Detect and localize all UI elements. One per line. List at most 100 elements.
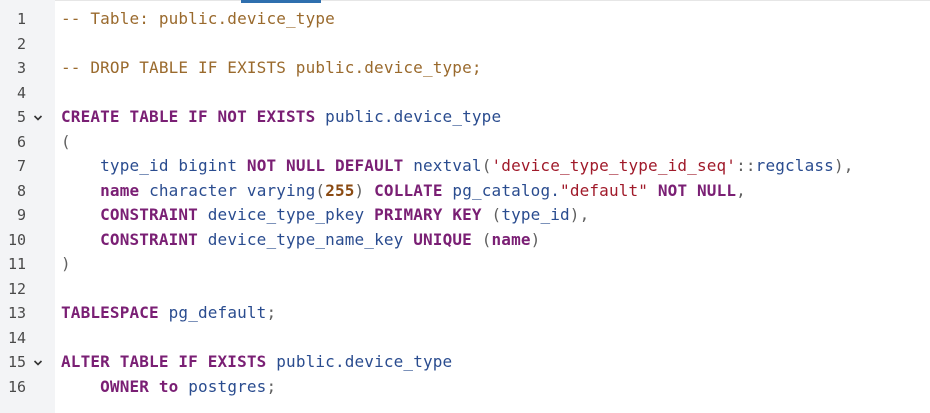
code-token: postgres bbox=[188, 376, 267, 396]
line-number: 10 bbox=[7, 230, 26, 249]
code-token: nextval bbox=[413, 156, 482, 175]
line-number: 14 bbox=[7, 328, 26, 347]
line-number: 11 bbox=[7, 255, 26, 273]
line-number: 1 bbox=[16, 10, 26, 28]
code-line[interactable]: 9 CONSTRAINT device_type_pkey PRIMARY KE… bbox=[0, 203, 930, 228]
code-line[interactable]: 11) bbox=[0, 252, 930, 277]
line-number: 2 bbox=[16, 34, 26, 53]
line-number: 3 bbox=[16, 59, 26, 77]
line-number: 13 bbox=[7, 304, 26, 322]
code-token: device_type_name_key bbox=[207, 229, 404, 249]
code-token: -- Table: public.device_type bbox=[61, 9, 335, 28]
code-token: ( bbox=[315, 180, 326, 200]
code-token: ) bbox=[354, 180, 365, 200]
code-token: public.device_type bbox=[276, 352, 453, 371]
line-number: 12 bbox=[7, 279, 26, 298]
code-token: CREATE TABLE IF NOT EXISTS bbox=[61, 107, 316, 126]
code-line[interactable]: 1 -- Table: public.device_type bbox=[0, 7, 930, 32]
code-line[interactable]: 13 TABLESPACE pg_default; bbox=[0, 301, 930, 326]
code-text: -- DROP TABLE IF EXISTS public.device_ty… bbox=[61, 56, 482, 81]
active-tab-indicator bbox=[241, 0, 321, 3]
code-text: name character varying(255) COLLATE pg_c… bbox=[61, 179, 746, 204]
code-token: ), bbox=[833, 156, 854, 175]
code-line[interactable]: 10 CONSTRAINT device_type_name_key UNIQU… bbox=[0, 228, 930, 253]
code-token: type_id bbox=[501, 205, 570, 224]
code-token: ) bbox=[530, 229, 541, 249]
code-text: type_id bigint NOT NULL DEFAULT nextval(… bbox=[61, 154, 854, 179]
code-token: "default" bbox=[560, 180, 649, 200]
code-text: ALTER TABLE IF EXISTS public.device_type bbox=[61, 350, 452, 375]
line-number: 4 bbox=[16, 83, 26, 102]
code-token: PRIMARY KEY bbox=[374, 205, 482, 224]
code-token: type_id bigint bbox=[100, 156, 238, 175]
code-token: ( bbox=[491, 205, 502, 224]
code-line[interactable]: 6( bbox=[0, 130, 930, 155]
code-text: CONSTRAINT device_type_pkey PRIMARY KEY … bbox=[61, 203, 589, 228]
code-token: -- DROP TABLE IF EXISTS public.device_ty… bbox=[61, 58, 482, 77]
code-line[interactable]: 4 bbox=[0, 81, 930, 106]
code-text: TABLESPACE pg_default; bbox=[61, 301, 276, 326]
code-line[interactable]: 8 name character varying(255) COLLATE pg… bbox=[0, 179, 930, 204]
code-line[interactable]: 12 bbox=[0, 277, 930, 302]
code-line[interactable]: 5 CREATE TABLE IF NOT EXISTS public.devic… bbox=[0, 105, 930, 130]
code-line[interactable]: 16 OWNER to postgres; bbox=[0, 375, 930, 400]
line-number: 15 bbox=[7, 353, 26, 371]
code-line[interactable]: 7 type_id bigint NOT NULL DEFAULT nextva… bbox=[0, 154, 930, 179]
code-line[interactable]: 3 -- DROP TABLE IF EXISTS public.device_t… bbox=[0, 56, 930, 81]
code-line[interactable]: 15 ALTER TABLE IF EXISTS public.device_ty… bbox=[0, 350, 930, 375]
code-token: 'device_type_type_id_seq' bbox=[491, 156, 737, 175]
code-token: character varying bbox=[149, 180, 316, 200]
code-text: CREATE TABLE IF NOT EXISTS public.device… bbox=[61, 105, 501, 130]
code-token: COLLATE bbox=[374, 180, 443, 200]
chevron-down-icon[interactable] bbox=[33, 113, 43, 123]
code-token: name bbox=[100, 180, 140, 200]
code-token: UNIQUE bbox=[413, 229, 472, 249]
code-token: name bbox=[491, 229, 531, 249]
code-token: CONSTRAINT bbox=[100, 229, 198, 249]
line-number: 9 bbox=[16, 206, 26, 224]
code-token: ( bbox=[481, 156, 492, 175]
chevron-down-icon[interactable] bbox=[33, 358, 43, 368]
code-text: -- Table: public.device_type bbox=[61, 7, 335, 32]
code-token: ; bbox=[266, 303, 277, 322]
code-text: ( bbox=[61, 130, 71, 155]
code-token: CONSTRAINT bbox=[100, 205, 198, 224]
line-number: 16 bbox=[7, 377, 26, 396]
code-line[interactable]: 2 bbox=[0, 32, 930, 57]
line-number: 8 bbox=[16, 181, 26, 200]
code-line[interactable]: 14 bbox=[0, 326, 930, 351]
code-token: 255 bbox=[325, 180, 355, 200]
code-text: CONSTRAINT device_type_name_key UNIQUE (… bbox=[61, 228, 540, 253]
code-token: ALTER TABLE IF EXISTS bbox=[61, 352, 267, 371]
code-token: NOT NULL DEFAULT bbox=[246, 156, 404, 175]
code-token: ) bbox=[61, 254, 71, 273]
sql-code-editor[interactable]: 1 -- Table: public.device_type 2 3 -- DROP T… bbox=[0, 0, 930, 413]
code-token: ; bbox=[266, 376, 277, 396]
code-token: , bbox=[736, 180, 746, 200]
code-text: ) bbox=[61, 252, 71, 277]
code-token: ( bbox=[481, 229, 492, 249]
code-token: pg_catalog. bbox=[452, 180, 561, 200]
code-token: :: bbox=[736, 156, 756, 175]
editor-top-border bbox=[55, 0, 930, 1]
code-token: NOT NULL bbox=[657, 180, 737, 200]
code-text: OWNER to postgres; bbox=[61, 375, 276, 400]
